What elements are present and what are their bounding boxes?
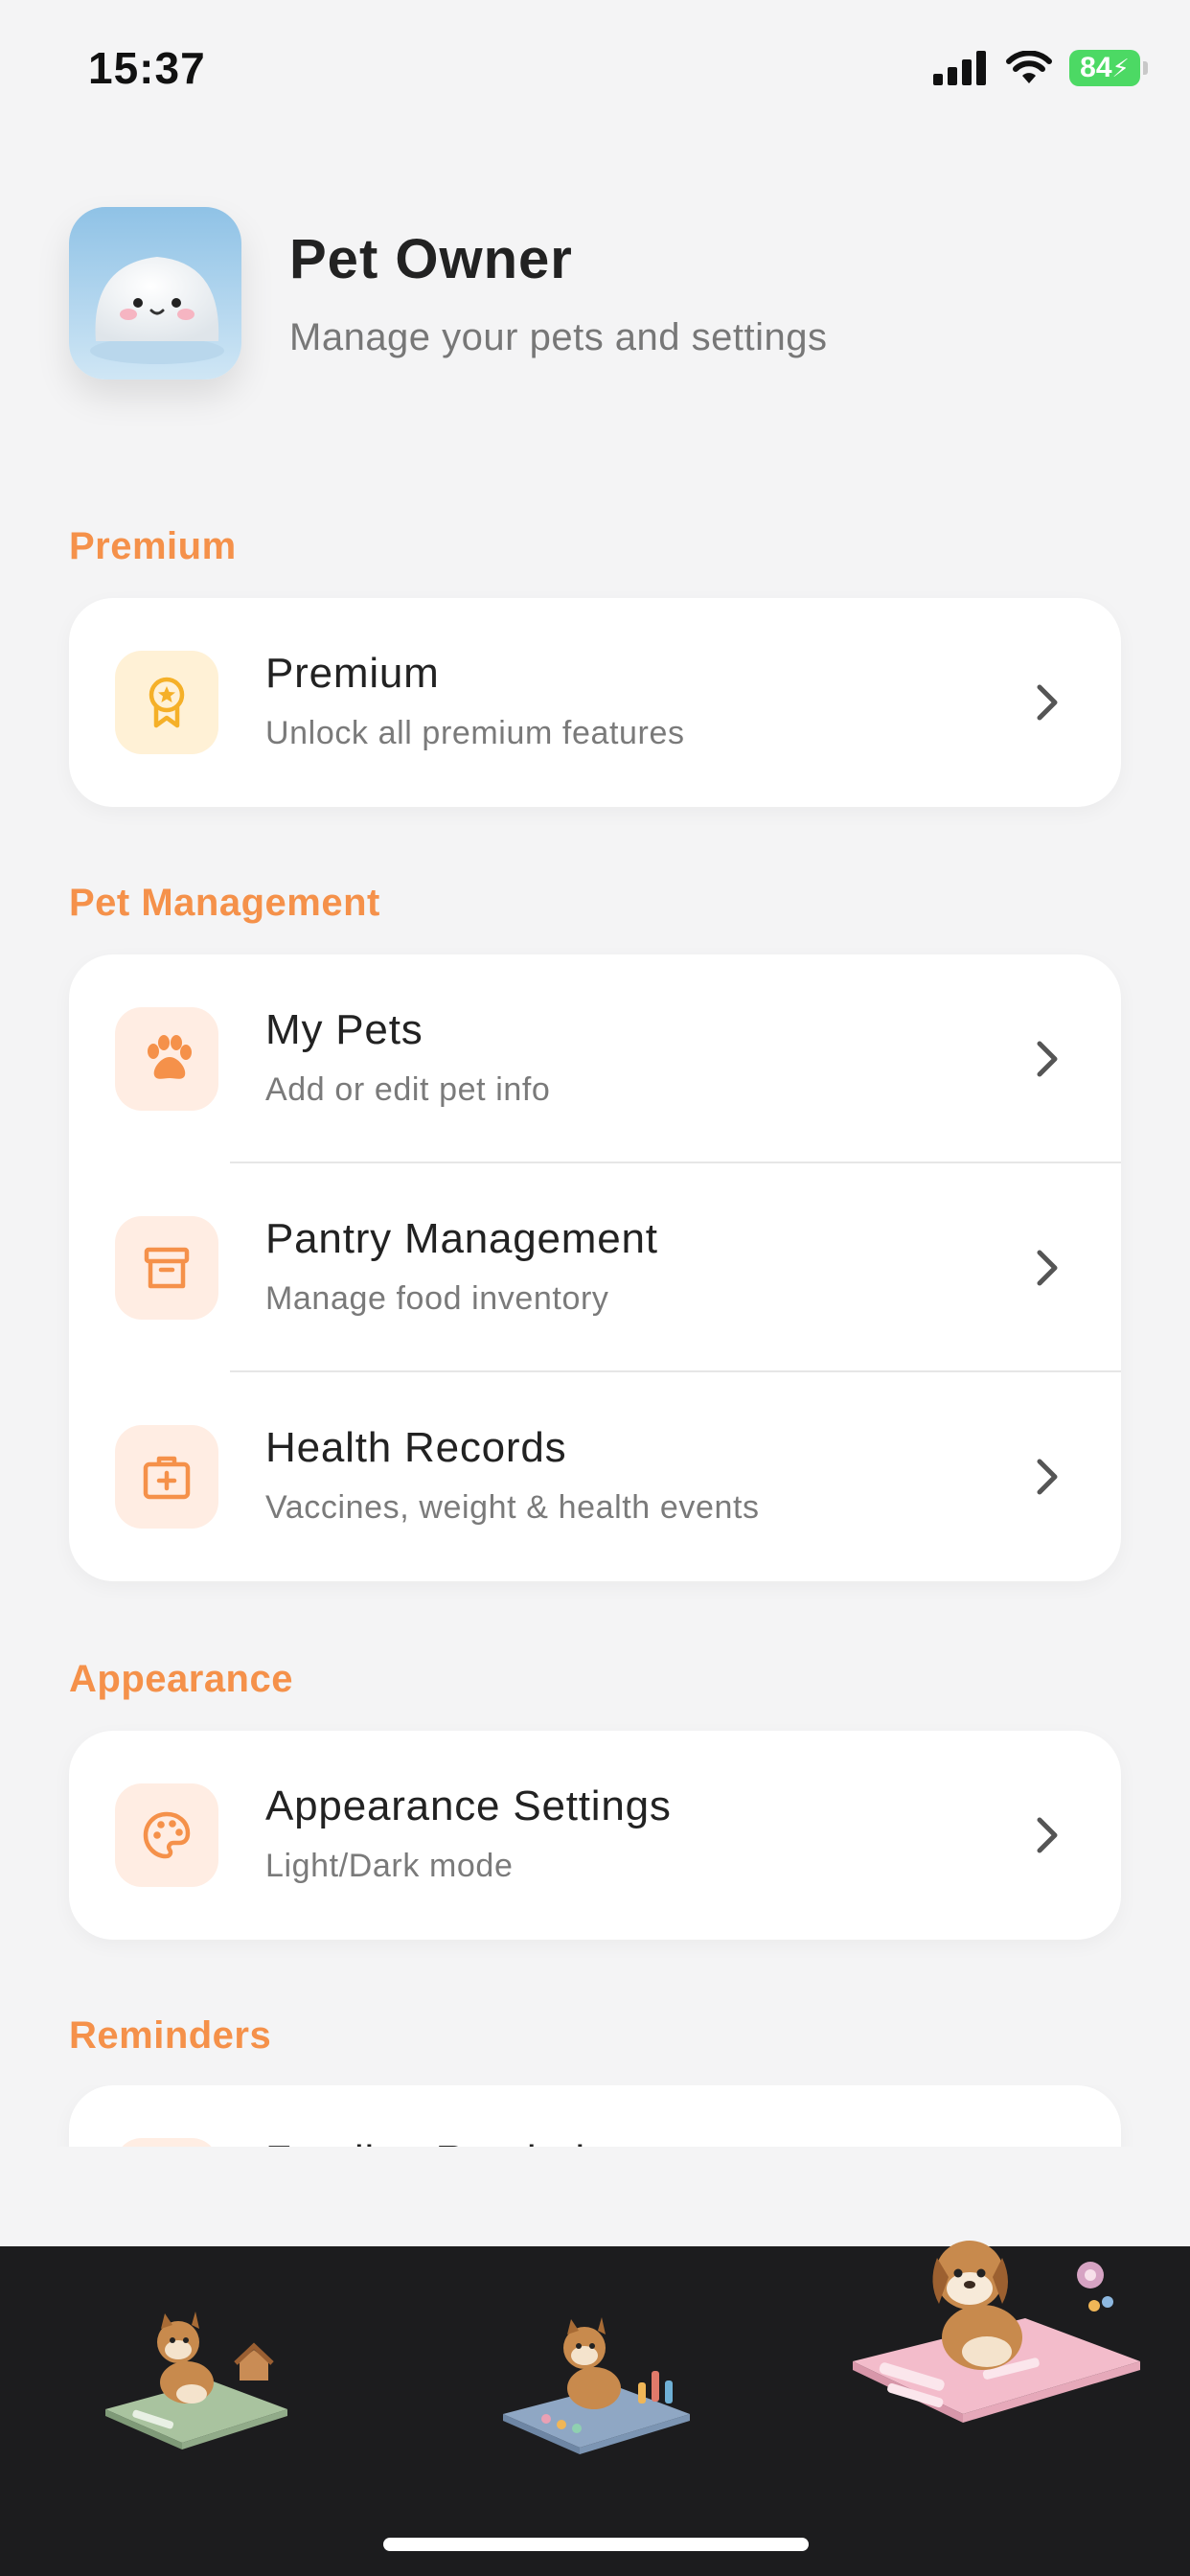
profile-name: Pet Owner <box>289 228 573 290</box>
battery-level: 84 <box>1080 52 1112 83</box>
premium-card: Premium Unlock all premium features <box>69 598 1121 807</box>
palette-icon <box>115 1783 218 1887</box>
archive-box-icon <box>115 1216 218 1320</box>
section-title-premium: Premium <box>69 525 237 567</box>
profile-subtitle: Manage your pets and settings <box>289 316 828 358</box>
menu-item-health-records[interactable]: Health Records Vaccines, weight & health… <box>69 1372 1121 1581</box>
menu-item-title: Premium <box>265 650 440 697</box>
menu-item-subtitle: Vaccines, weight & health events <box>265 1489 760 1526</box>
section-title-appearance: Appearance <box>69 1658 293 1700</box>
appearance-card: Appearance Settings Light/Dark mode <box>69 1731 1121 1940</box>
tab-bar <box>0 2241 1190 2576</box>
chevron-right-icon <box>1037 684 1058 721</box>
profile-tab[interactable] <box>843 2170 1150 2462</box>
status-bar: 15:37 84 ⚡ <box>0 0 1190 144</box>
menu-item-title: Pantry Management <box>265 1215 658 1262</box>
wifi-icon <box>1006 51 1052 83</box>
menu-item-subtitle: Unlock all premium features <box>265 715 685 751</box>
dog-house-icon <box>105 2312 287 2450</box>
chevron-right-icon <box>1037 1250 1058 1286</box>
cellular-signal-icon <box>933 51 986 85</box>
status-icons: 84 ⚡ <box>933 50 1148 86</box>
dog-chart-icon <box>503 2317 690 2454</box>
reminders-card: Feeding Reminders <box>69 2085 1121 2149</box>
menu-item-pantry-management[interactable]: Pantry Management Manage food inventory <box>69 1163 1121 1372</box>
paw-icon <box>115 1007 218 1111</box>
menu-item-appearance-settings[interactable]: Appearance Settings Light/Dark mode <box>69 1731 1121 1940</box>
profile-header: Pet Owner Manage your pets and settings <box>69 207 828 380</box>
menu-item-title: My Pets <box>265 1006 423 1053</box>
medical-kit-icon <box>115 1425 218 1529</box>
ribbon-star-icon <box>115 651 218 754</box>
menu-item-subtitle: Add or edit pet info <box>265 1071 551 1108</box>
section-title-pet-management: Pet Management <box>69 882 380 924</box>
status-time: 15:37 <box>88 43 206 93</box>
stats-tab[interactable] <box>498 2275 699 2472</box>
menu-item-feeding-reminders[interactable]: Feeding Reminders <box>69 2085 1121 2149</box>
dog-settings-icon <box>853 2241 1140 2423</box>
menu-item-subtitle: Manage food inventory <box>265 1280 609 1317</box>
menu-item-title: Appearance Settings <box>265 1782 672 1829</box>
menu-item-subtitle: Light/Dark mode <box>265 1848 514 1884</box>
menu-item-premium[interactable]: Premium Unlock all premium features <box>69 598 1121 807</box>
chevron-right-icon <box>1037 1817 1058 1853</box>
chevron-right-icon <box>1037 1041 1058 1077</box>
section-title-reminders: Reminders <box>69 2014 272 2057</box>
menu-item-title: Health Records <box>265 1424 567 1471</box>
chevron-right-icon <box>1037 1459 1058 1495</box>
battery-icon: 84 ⚡ <box>1069 50 1148 86</box>
reminders-clip: Feeding Reminders <box>0 2085 1190 2149</box>
avatar[interactable] <box>69 207 241 380</box>
home-tab[interactable] <box>96 2275 297 2472</box>
menu-item-my-pets[interactable]: My Pets Add or edit pet info <box>69 954 1121 1163</box>
pet-management-card: My Pets Add or edit pet info Pantry Mana… <box>69 954 1121 1581</box>
home-indicator[interactable] <box>383 2538 809 2551</box>
